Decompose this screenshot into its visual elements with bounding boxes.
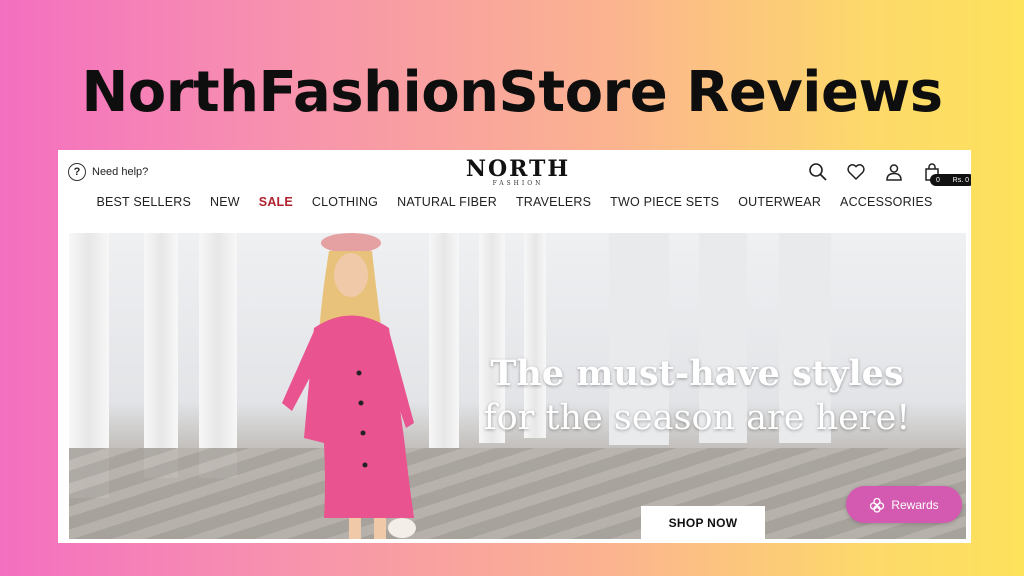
help-icon: ? [68,163,86,181]
nav-item-sale[interactable]: SALE [259,195,293,219]
rewards-icon [870,497,885,513]
logo-main: NORTH [465,156,571,182]
nav-item-accessories[interactable]: ACCESSORIES [840,195,933,219]
nav-item-natural-fiber[interactable]: NATURAL FIBER [397,195,497,219]
column [199,233,237,478]
account-icon[interactable] [884,162,904,182]
rewards-label: Rewards [891,497,939,512]
help-label: Need help? [92,166,149,178]
hero-heading: The must-have styles [490,353,904,394]
rewards-button[interactable]: Rewards [846,486,962,523]
header-icons [808,162,942,182]
hero-subheading: for the season are here! [483,398,911,438]
nav-item-clothing[interactable]: CLOTHING [312,195,378,219]
store-logo[interactable]: NORTH FASHION [458,158,578,187]
main-nav: BEST SELLERS NEW SALE CLOTHING NATURAL F… [58,195,971,219]
cart-total: Rs. 0 [952,176,969,184]
page-headline: NorthFashionStore Reviews [81,60,943,125]
column [144,233,178,478]
steps [69,448,966,539]
search-icon[interactable] [808,162,828,182]
nav-item-travelers[interactable]: TRAVELERS [516,195,591,219]
nav-item-new[interactable]: NEW [210,195,240,219]
heart-icon[interactable] [846,162,866,182]
store-screenshot: ? Need help? NORTH FASHION 0 Rs. 0 BEST … [58,150,971,543]
nav-item-best-sellers[interactable]: BEST SELLERS [96,195,191,219]
cart-summary[interactable]: 0 Rs. 0 [930,174,971,186]
model-photo [282,233,416,539]
shop-now-button[interactable]: SHOP NOW [641,506,765,539]
hero-banner[interactable]: The must-have styles for the season are … [69,233,966,539]
nav-item-two-piece-sets[interactable]: TWO PIECE SETS [610,195,719,219]
help-link[interactable]: ? Need help? [68,163,148,181]
nav-item-outerwear[interactable]: OUTERWEAR [738,195,821,219]
header-bar: ? Need help? NORTH FASHION 0 Rs. 0 [58,150,971,190]
cart-count: 0 [936,176,940,184]
